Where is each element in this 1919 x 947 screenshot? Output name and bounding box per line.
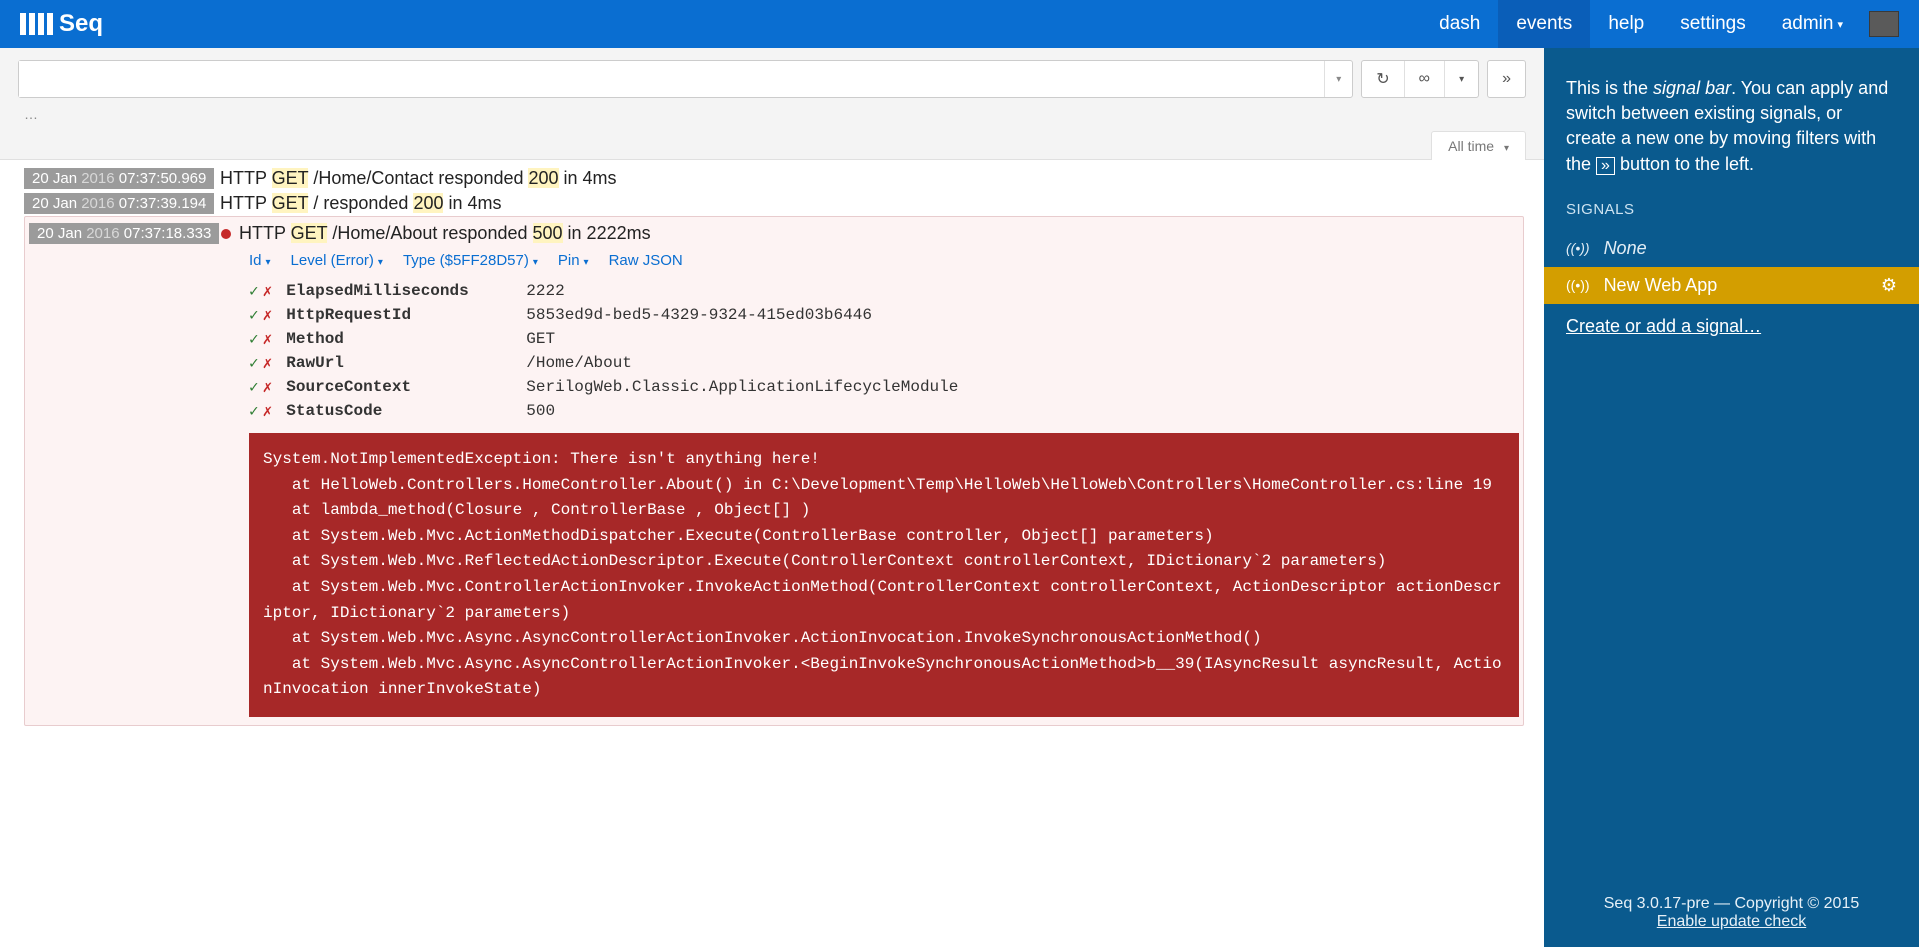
signal-selected[interactable]: ((•)) New Web App ⚙ bbox=[1544, 267, 1919, 304]
signal-none[interactable]: ((•)) None bbox=[1544, 230, 1919, 267]
sidebar-footer: Seq 3.0.17-pre — Copyright © 2015 Enable… bbox=[1544, 885, 1919, 947]
property-key: SourceContext bbox=[286, 378, 526, 396]
main-nav: dash events help settings admin▾ bbox=[1421, 0, 1899, 48]
meta-raw-json[interactable]: Raw JSON bbox=[609, 252, 683, 269]
filter-include-icon[interactable]: ✓ bbox=[249, 377, 259, 397]
property-row: ✓✗ RawUrl/Home/About bbox=[249, 351, 1523, 375]
error-dot-icon bbox=[221, 229, 231, 239]
events-list: 20 Jan 2016 07:37:50.969 HTTP GET /Home/… bbox=[0, 160, 1544, 947]
property-value: SerilogWeb.Classic.ApplicationLifecycleM… bbox=[526, 378, 1523, 396]
main-panel: ▾ ↻ ∞ ▾ » … All time ▾ bbox=[0, 48, 1544, 947]
version-text: Seq 3.0.17-pre — Copyright © 2015 bbox=[1544, 895, 1919, 913]
autorefresh-button[interactable]: ∞ bbox=[1404, 61, 1444, 97]
nav-help[interactable]: help bbox=[1590, 0, 1662, 48]
property-value: 2222 bbox=[526, 282, 1523, 300]
timestamp-badge: 20 Jan 2016 07:37:39.194 bbox=[24, 193, 214, 214]
timestamp-badge: 20 Jan 2016 07:37:18.333 bbox=[29, 223, 219, 244]
nav-settings[interactable]: settings bbox=[1662, 0, 1763, 48]
property-key: ElapsedMilliseconds bbox=[286, 282, 526, 300]
nav-admin[interactable]: admin▾ bbox=[1764, 0, 1861, 48]
property-value: 5853ed9d-bed5-4329-9324-415ed03b6446 bbox=[526, 306, 1523, 324]
time-range-tab[interactable]: All time ▾ bbox=[1431, 131, 1526, 160]
filter-exclude-icon[interactable]: ✗ bbox=[263, 401, 273, 421]
filter-include-icon[interactable]: ✓ bbox=[249, 401, 259, 421]
gear-icon[interactable]: ⚙ bbox=[1881, 275, 1897, 296]
property-key: RawUrl bbox=[286, 354, 526, 372]
user-avatar[interactable] bbox=[1869, 11, 1899, 37]
infinity-icon: ∞ bbox=[1419, 70, 1430, 88]
signal-label: New Web App bbox=[1604, 275, 1718, 296]
event-message: HTTP GET /Home/About responded 500 in 22… bbox=[221, 223, 1523, 244]
property-value: 500 bbox=[526, 402, 1523, 420]
toolbar: ▾ ↻ ∞ ▾ » … All time ▾ bbox=[0, 48, 1544, 160]
event-row[interactable]: 20 Jan 2016 07:37:39.194 HTTP GET / resp… bbox=[0, 191, 1544, 216]
breadcrumb: … bbox=[18, 98, 1526, 130]
to-end-button[interactable]: » bbox=[1488, 61, 1525, 97]
event-properties: ✓✗ElapsedMilliseconds2222 ✓✗HttpRequestI… bbox=[25, 279, 1523, 433]
property-row: ✓✗ ElapsedMilliseconds2222 bbox=[249, 279, 1523, 303]
filter-include-icon[interactable]: ✓ bbox=[249, 353, 259, 373]
brand-text: Seq bbox=[59, 10, 103, 38]
filter-exclude-icon[interactable]: ✗ bbox=[263, 377, 273, 397]
filter-exclude-icon[interactable]: ✗ bbox=[263, 281, 273, 301]
nav-dash[interactable]: dash bbox=[1421, 0, 1498, 48]
property-key: HttpRequestId bbox=[286, 306, 526, 324]
search-dropdown[interactable]: ▾ bbox=[1324, 61, 1352, 97]
signal-label: None bbox=[1604, 238, 1647, 259]
search-box: ▾ bbox=[18, 60, 1353, 98]
stack-trace: System.NotImplementedException: There is… bbox=[249, 433, 1519, 717]
meta-type[interactable]: Type ($5FF28D57)▾ bbox=[403, 252, 538, 269]
chevron-down-icon: ▾ bbox=[1459, 74, 1464, 85]
event-expanded: 20 Jan 2016 07:37:18.333 HTTP GET /Home/… bbox=[24, 216, 1524, 726]
move-filter-icon: » bbox=[1596, 157, 1615, 175]
refresh-button[interactable]: ↻ bbox=[1362, 61, 1403, 97]
meta-level[interactable]: Level (Error)▾ bbox=[291, 252, 383, 269]
meta-id[interactable]: Id▾ bbox=[249, 252, 271, 269]
chevron-down-icon: ▾ bbox=[1837, 18, 1843, 31]
signal-icon: ((•)) bbox=[1566, 277, 1590, 293]
signal-bar: This is the signal bar. You can apply an… bbox=[1544, 48, 1919, 947]
search-input[interactable] bbox=[19, 61, 1324, 97]
property-key: Method bbox=[286, 330, 526, 348]
brand-logo-icon bbox=[20, 13, 53, 35]
signals-heading: SIGNALS bbox=[1544, 201, 1919, 230]
signal-bar-intro: This is the signal bar. You can apply an… bbox=[1544, 76, 1919, 201]
enable-update-link[interactable]: Enable update check bbox=[1544, 913, 1919, 931]
nav-events[interactable]: events bbox=[1498, 0, 1590, 48]
property-key: StatusCode bbox=[286, 402, 526, 420]
top-navbar: Seq dash events help settings admin▾ bbox=[0, 0, 1919, 48]
meta-pin[interactable]: Pin▾ bbox=[558, 252, 589, 269]
event-row[interactable]: 20 Jan 2016 07:37:50.969 HTTP GET /Home/… bbox=[0, 166, 1544, 191]
filter-include-icon[interactable]: ✓ bbox=[249, 329, 259, 349]
create-signal-link[interactable]: Create or add a signal… bbox=[1544, 304, 1919, 349]
timestamp-badge: 20 Jan 2016 07:37:50.969 bbox=[24, 168, 214, 189]
brand[interactable]: Seq bbox=[20, 10, 103, 38]
filter-exclude-icon[interactable]: ✗ bbox=[263, 353, 273, 373]
nav-admin-label: admin bbox=[1782, 13, 1834, 35]
filter-exclude-icon[interactable]: ✗ bbox=[263, 305, 273, 325]
refresh-icon: ↻ bbox=[1376, 69, 1389, 89]
filter-exclude-icon[interactable]: ✗ bbox=[263, 329, 273, 349]
property-row: ✓✗ SourceContextSerilogWeb.Classic.Applic… bbox=[249, 375, 1523, 399]
chevron-down-icon: ▾ bbox=[1504, 143, 1509, 154]
property-value: /Home/About bbox=[526, 354, 1523, 372]
property-row: ✓✗ StatusCode500 bbox=[249, 399, 1523, 423]
event-meta-links: Id▾ Level (Error)▾ Type ($5FF28D57)▾ Pin… bbox=[25, 248, 1523, 279]
refresh-menu[interactable]: ▾ bbox=[1444, 61, 1478, 97]
property-row: ✓✗ MethodGET bbox=[249, 327, 1523, 351]
property-row: ✓✗ HttpRequestId5853ed9d-bed5-4329-9324-4… bbox=[249, 303, 1523, 327]
event-message: HTTP GET / responded 200 in 4ms bbox=[220, 193, 1544, 214]
event-row[interactable]: 20 Jan 2016 07:37:18.333 HTTP GET /Home/… bbox=[25, 217, 1523, 248]
signal-icon: ((•)) bbox=[1566, 240, 1590, 256]
event-message: HTTP GET /Home/Contact responded 200 in … bbox=[220, 168, 1544, 189]
filter-include-icon[interactable]: ✓ bbox=[249, 305, 259, 325]
chevrons-right-icon: » bbox=[1502, 70, 1511, 88]
filter-include-icon[interactable]: ✓ bbox=[249, 281, 259, 301]
time-range-label: All time bbox=[1448, 138, 1494, 154]
property-value: GET bbox=[526, 330, 1523, 348]
